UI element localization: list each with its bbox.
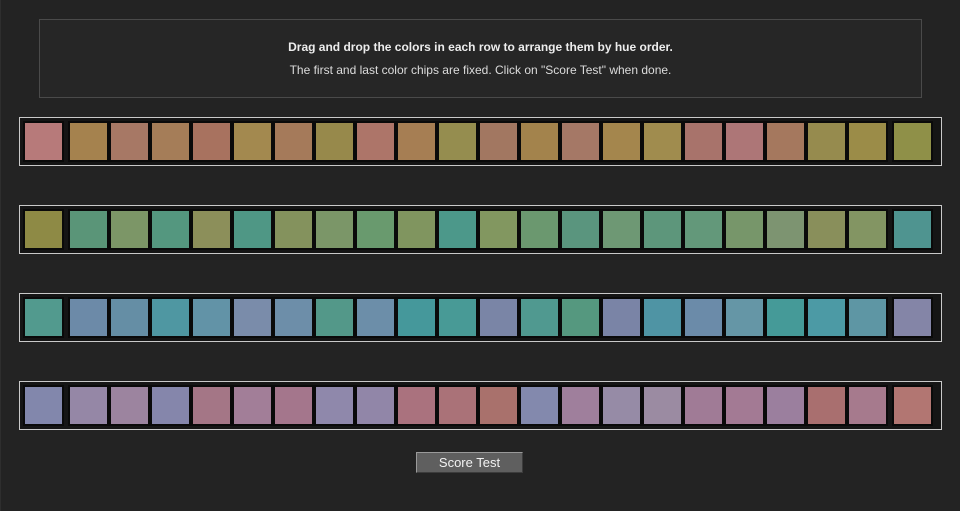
color-chip[interactable]: [68, 209, 109, 250]
color-chip[interactable]: [68, 297, 109, 338]
color-chip[interactable]: [519, 121, 560, 162]
color-chip[interactable]: [273, 209, 314, 250]
test-page: Drag and drop the colors in each row to …: [0, 0, 960, 511]
color-chip[interactable]: [355, 209, 396, 250]
fixed-chip-last: [892, 385, 933, 426]
color-chip[interactable]: [642, 385, 683, 426]
color-chip[interactable]: [601, 209, 642, 250]
color-chip[interactable]: [560, 385, 601, 426]
color-chip[interactable]: [150, 297, 191, 338]
color-chip[interactable]: [109, 297, 150, 338]
color-chip[interactable]: [642, 297, 683, 338]
instructions-title: Drag and drop the colors in each row to …: [288, 40, 673, 54]
color-chip[interactable]: [396, 209, 437, 250]
color-chip[interactable]: [232, 121, 273, 162]
color-chip[interactable]: [478, 385, 519, 426]
color-chip[interactable]: [396, 297, 437, 338]
color-chip[interactable]: [273, 385, 314, 426]
color-chip[interactable]: [355, 385, 396, 426]
color-chip[interactable]: [806, 297, 847, 338]
color-chip[interactable]: [724, 297, 765, 338]
color-chip[interactable]: [847, 121, 888, 162]
color-chip[interactable]: [642, 209, 683, 250]
color-chip[interactable]: [437, 297, 478, 338]
color-chip[interactable]: [724, 385, 765, 426]
color-chip[interactable]: [314, 385, 355, 426]
color-chip[interactable]: [109, 209, 150, 250]
score-test-button[interactable]: Score Test: [416, 452, 523, 473]
fixed-chip-first: [23, 209, 64, 250]
color-chip[interactable]: [519, 385, 560, 426]
color-chip[interactable]: [806, 121, 847, 162]
color-chip[interactable]: [847, 297, 888, 338]
color-chip[interactable]: [150, 385, 191, 426]
color-row-1: [19, 117, 942, 166]
color-chip[interactable]: [724, 209, 765, 250]
color-chip[interactable]: [150, 121, 191, 162]
color-chip[interactable]: [273, 121, 314, 162]
color-chip[interactable]: [560, 121, 601, 162]
color-chip[interactable]: [765, 209, 806, 250]
color-chip[interactable]: [396, 121, 437, 162]
instructions-subtitle: The first and last color chips are fixed…: [289, 63, 672, 77]
color-chip[interactable]: [396, 385, 437, 426]
color-chip[interactable]: [765, 121, 806, 162]
color-row-3: [19, 293, 942, 342]
color-chip[interactable]: [847, 209, 888, 250]
color-chip[interactable]: [191, 385, 232, 426]
fixed-chip-first: [23, 121, 64, 162]
color-chip[interactable]: [191, 297, 232, 338]
color-chip[interactable]: [847, 385, 888, 426]
instructions-panel: Drag and drop the colors in each row to …: [39, 19, 922, 98]
color-chip[interactable]: [232, 297, 273, 338]
color-chip[interactable]: [150, 209, 191, 250]
color-chip[interactable]: [68, 121, 109, 162]
fixed-chip-first: [23, 297, 64, 338]
color-chip[interactable]: [683, 121, 724, 162]
color-chip[interactable]: [273, 297, 314, 338]
color-chip[interactable]: [765, 385, 806, 426]
color-chip[interactable]: [683, 209, 724, 250]
color-chip[interactable]: [314, 297, 355, 338]
color-chip[interactable]: [806, 385, 847, 426]
color-chip[interactable]: [68, 385, 109, 426]
color-chip[interactable]: [232, 385, 273, 426]
color-row-4: [19, 381, 942, 430]
color-chip[interactable]: [191, 121, 232, 162]
color-chip[interactable]: [109, 385, 150, 426]
color-chip[interactable]: [560, 297, 601, 338]
fixed-chip-last: [892, 121, 933, 162]
color-chip[interactable]: [314, 209, 355, 250]
color-chip[interactable]: [437, 385, 478, 426]
color-chip[interactable]: [642, 121, 683, 162]
color-row-2: [19, 205, 942, 254]
color-chip[interactable]: [765, 297, 806, 338]
color-chip[interactable]: [314, 121, 355, 162]
fixed-chip-first: [23, 385, 64, 426]
color-chip[interactable]: [683, 297, 724, 338]
color-chip[interactable]: [232, 209, 273, 250]
color-chip[interactable]: [478, 209, 519, 250]
fixed-chip-last: [892, 297, 933, 338]
color-chip[interactable]: [601, 121, 642, 162]
color-chip[interactable]: [724, 121, 765, 162]
color-chip[interactable]: [109, 121, 150, 162]
color-chip[interactable]: [437, 209, 478, 250]
color-chip[interactable]: [683, 385, 724, 426]
color-chip[interactable]: [191, 209, 232, 250]
color-chip[interactable]: [806, 209, 847, 250]
color-chip[interactable]: [560, 209, 601, 250]
fixed-chip-last: [892, 209, 933, 250]
color-chip[interactable]: [437, 121, 478, 162]
color-chip[interactable]: [355, 297, 396, 338]
color-chip[interactable]: [519, 297, 560, 338]
color-chip[interactable]: [355, 121, 396, 162]
color-chip[interactable]: [478, 297, 519, 338]
color-chip[interactable]: [519, 209, 560, 250]
color-chip[interactable]: [601, 385, 642, 426]
color-chip[interactable]: [478, 121, 519, 162]
color-chip[interactable]: [601, 297, 642, 338]
